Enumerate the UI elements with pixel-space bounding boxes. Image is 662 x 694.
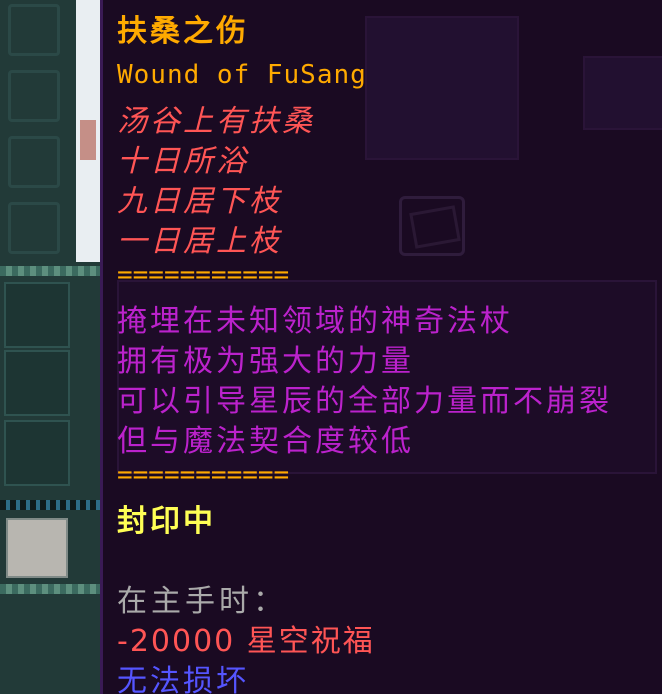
lore-description-line: 拥有极为强大的力量	[117, 344, 414, 379]
lore-description-line: 但与魔法契合度较低	[117, 424, 414, 459]
background-slot	[583, 56, 662, 130]
lore-poem-line: 九日居下枝	[117, 184, 282, 219]
player-preview-figure	[80, 120, 96, 160]
unbreakable-label: 无法损坏	[117, 664, 249, 694]
status-label: 封印中	[117, 504, 216, 539]
chestplate-slot-icon[interactable]	[8, 70, 60, 122]
hotbar-item-slot[interactable]	[6, 518, 68, 578]
lore-poem-line: 一日居上枝	[117, 224, 282, 259]
lore-description-line: 可以引导星辰的全部力量而不崩裂	[117, 384, 612, 419]
inventory-divider	[0, 584, 100, 594]
inventory-slot[interactable]	[4, 282, 70, 348]
background-slot	[365, 16, 519, 160]
inventory-slot[interactable]	[4, 420, 70, 486]
item-subtitle: Wound of FuSang	[117, 60, 367, 90]
leggings-slot-icon[interactable]	[8, 136, 60, 188]
hotbar-divider	[0, 500, 100, 510]
helmet-slot-icon[interactable]	[8, 4, 60, 56]
lore-poem-line: 汤谷上有扶桑	[117, 104, 315, 139]
book-icon	[399, 196, 465, 256]
inventory-slot[interactable]	[4, 350, 70, 416]
inventory-divider	[0, 266, 100, 276]
boots-slot-icon[interactable]	[8, 202, 60, 254]
when-in-hand-label: 在主手时：	[117, 584, 287, 619]
lore-description-line: 掩埋在未知领域的神奇法杖	[117, 304, 513, 339]
separator: ===========	[117, 460, 290, 490]
item-title: 扶桑之伤	[117, 14, 249, 49]
attribute-modifier: -20000 星空祝福	[117, 624, 375, 659]
item-tooltip: 扶桑之伤 Wound of FuSang 汤谷上有扶桑 十日所浴 九日居下枝 一…	[100, 0, 662, 694]
separator: ===========	[117, 260, 290, 290]
lore-poem-line: 十日所浴	[117, 144, 249, 179]
